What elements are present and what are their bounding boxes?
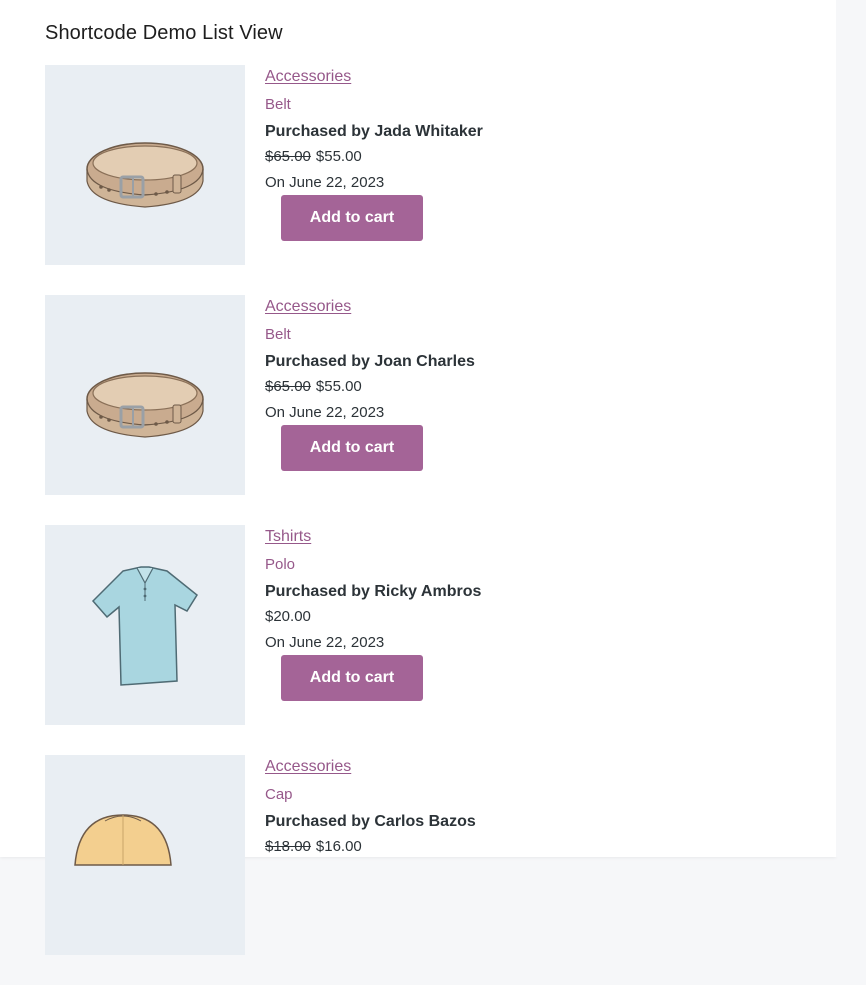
- regular-price: $65.00: [265, 378, 311, 395]
- sale-price: $55.00: [315, 148, 362, 165]
- category-link[interactable]: Tshirts: [265, 528, 311, 546]
- right-gutter: [836, 0, 866, 857]
- category-link[interactable]: Accessories: [265, 758, 351, 776]
- price: $65.00 $55.00: [265, 378, 362, 395]
- purchase-date: On June 22, 2023: [265, 634, 385, 651]
- price: $20.00: [265, 608, 311, 625]
- product-image[interactable]: [45, 65, 245, 265]
- buyer-name: Purchased by Joan Charles: [265, 353, 475, 370]
- product-image[interactable]: [45, 295, 245, 495]
- price: $18.00 $16.00: [265, 838, 362, 855]
- list-item: Tshirts Polo Purchased by Ricky Ambros $…: [45, 525, 805, 755]
- list-item: Accessories Belt Purchased by Joan Charl…: [45, 295, 805, 525]
- product-image[interactable]: [45, 755, 245, 955]
- category-link[interactable]: Accessories: [265, 68, 351, 86]
- buyer-name: Purchased by Carlos Bazos: [265, 813, 476, 830]
- buyer-name: Purchased by Jada Whitaker: [265, 123, 483, 140]
- regular-price: $18.00: [265, 838, 311, 855]
- regular-price: $65.00: [265, 148, 311, 165]
- purchase-date: On June 22, 2023: [265, 174, 385, 191]
- product-name[interactable]: Polo: [265, 556, 295, 573]
- product-name[interactable]: Belt: [265, 326, 291, 343]
- add-to-cart-button[interactable]: Add to cart: [281, 425, 423, 471]
- add-to-cart-button[interactable]: Add to cart: [281, 655, 423, 701]
- cap-icon: [74, 814, 172, 866]
- product-image[interactable]: [45, 525, 245, 725]
- sale-price: $16.00: [315, 838, 362, 855]
- product-name[interactable]: Cap: [265, 786, 293, 803]
- add-to-cart-button[interactable]: Add to cart: [281, 195, 423, 241]
- page-title: Shortcode Demo List View: [45, 22, 283, 44]
- price: $65.00 $55.00: [265, 148, 362, 165]
- content-panel: Shortcode Demo List View Accessories Bel…: [0, 0, 836, 955]
- polo-shirt-icon: [91, 566, 198, 686]
- product-list: Accessories Belt Purchased by Jada Whita…: [45, 65, 805, 985]
- product-name[interactable]: Belt: [265, 96, 291, 113]
- belt-icon: [86, 372, 204, 438]
- list-item: Accessories Cap Purchased by Carlos Bazo…: [45, 755, 805, 985]
- belt-icon: [86, 142, 204, 208]
- sale-price: $20.00: [265, 608, 311, 625]
- purchase-date: On June 22, 2023: [265, 404, 385, 421]
- category-link[interactable]: Accessories: [265, 298, 351, 316]
- buyer-name: Purchased by Ricky Ambros: [265, 583, 482, 600]
- sale-price: $55.00: [315, 378, 362, 395]
- list-item: Accessories Belt Purchased by Jada Whita…: [45, 65, 805, 295]
